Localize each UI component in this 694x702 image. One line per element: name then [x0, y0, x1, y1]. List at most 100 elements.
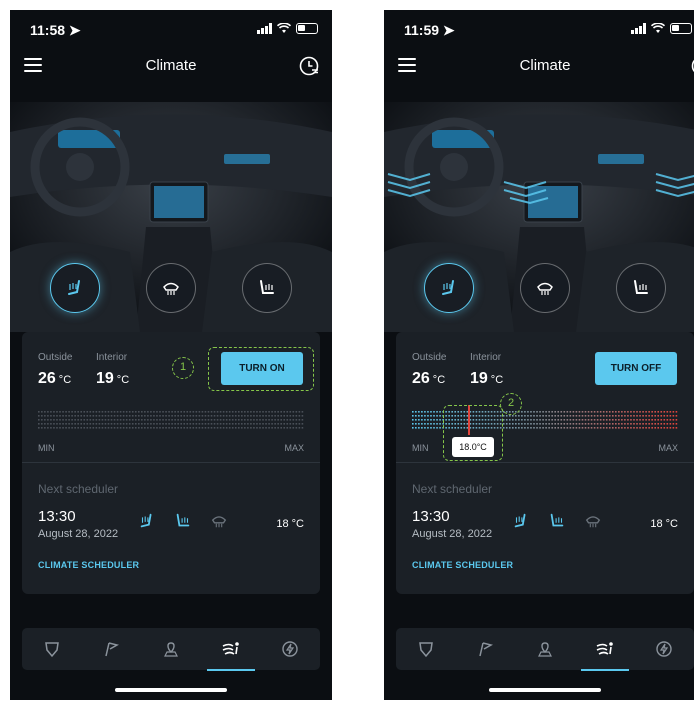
- tab-map[interactable]: [527, 634, 563, 664]
- climate-scheduler-link[interactable]: CLIMATE SCHEDULER: [38, 560, 139, 570]
- slider-dot: [228, 415, 231, 417]
- slider-dot: [144, 411, 146, 413]
- slider-dot: [237, 419, 240, 421]
- slider-dot: [521, 419, 523, 421]
- slider-dot: [572, 419, 575, 421]
- turn-on-button[interactable]: TURN ON: [221, 352, 303, 385]
- tab-security[interactable]: [34, 634, 70, 664]
- slider-dot: [569, 427, 572, 429]
- slider-dot: [234, 427, 237, 429]
- slider-dot: [168, 423, 170, 425]
- rear-seat-heat-button[interactable]: [616, 263, 666, 313]
- slider-dot: [159, 423, 161, 425]
- slider-dot: [642, 419, 644, 421]
- climate-scheduler-link[interactable]: CLIMATE SCHEDULER: [412, 560, 513, 570]
- slider-dot: [657, 419, 660, 421]
- slider-dot: [587, 427, 590, 429]
- slider-dot: [569, 419, 572, 421]
- defrost-button[interactable]: [520, 263, 570, 313]
- slider-dot: [53, 415, 55, 417]
- slider-dot: [639, 411, 641, 413]
- slider-dot: [502, 419, 505, 421]
- defrost-button[interactable]: [146, 263, 196, 313]
- slider-dot: [433, 427, 435, 429]
- slider-dot: [578, 415, 581, 417]
- slider-dot: [271, 423, 273, 425]
- slider-dot: [533, 415, 535, 417]
- slider-dot: [630, 423, 632, 425]
- slider-dot: [237, 427, 240, 429]
- slider-dot: [101, 419, 104, 421]
- slider-dot: [554, 411, 557, 413]
- slider-dot: [65, 411, 67, 413]
- slider-dot: [295, 427, 298, 429]
- slider-dot: [412, 423, 414, 425]
- slider-dot: [125, 415, 128, 417]
- slider-dot: [65, 427, 67, 429]
- schedule-clock-icon[interactable]: [298, 55, 320, 77]
- slider-dot: [511, 415, 514, 417]
- slider-dot: [177, 415, 179, 417]
- slider-dot: [116, 423, 119, 425]
- slider-dot: [581, 423, 584, 425]
- tab-track[interactable]: [467, 634, 503, 664]
- slider-dot: [53, 419, 55, 421]
- slider-dot: [615, 419, 617, 421]
- slider-dot: [621, 411, 623, 413]
- slider-dot: [289, 411, 292, 413]
- slider-dot: [80, 411, 83, 413]
- slider-dot: [83, 423, 86, 425]
- tab-climate[interactable]: [206, 634, 255, 671]
- slider-dot: [518, 427, 520, 429]
- tab-climate[interactable]: [580, 634, 629, 671]
- slider-dot: [590, 419, 593, 421]
- slider-dot: [104, 415, 107, 417]
- tab-charging[interactable]: [646, 634, 682, 664]
- slider-dot: [618, 419, 620, 421]
- slider-dot: [566, 427, 569, 429]
- slider-dot: [186, 419, 189, 421]
- slider-dot: [542, 423, 544, 425]
- slider-dot: [280, 423, 282, 425]
- heated-seat-icon: [442, 280, 454, 295]
- slider-dot: [277, 427, 279, 429]
- tab-track[interactable]: [93, 634, 129, 664]
- bottom-tab-bar: [22, 628, 320, 671]
- slider-dot: [596, 423, 599, 425]
- tab-security[interactable]: [408, 634, 444, 664]
- slider-dot: [204, 419, 207, 421]
- slider-dot: [80, 427, 83, 429]
- slider-dot: [418, 415, 420, 417]
- slider-dot: [101, 423, 104, 425]
- slider-dot: [633, 419, 635, 421]
- slider-dot: [439, 423, 441, 425]
- slider-dot: [71, 427, 73, 429]
- tab-charging[interactable]: [272, 634, 308, 664]
- slider-dot: [439, 419, 441, 421]
- scheduler-time: 13:30: [412, 508, 450, 525]
- slider-dot: [207, 427, 210, 429]
- temperature-slider[interactable]: [38, 411, 304, 431]
- schedule-clock-icon[interactable]: [690, 55, 694, 77]
- divider: [396, 462, 694, 463]
- heated-seat-button[interactable]: [50, 263, 100, 313]
- slider-dot: [253, 411, 255, 413]
- slider-dot: [177, 411, 179, 413]
- slider-dot: [168, 427, 170, 429]
- tab-map[interactable]: [153, 634, 189, 664]
- slider-dot: [502, 415, 505, 417]
- slider-dot: [301, 411, 304, 413]
- turn-off-button[interactable]: TURN OFF: [595, 352, 677, 385]
- signal-icon: [257, 23, 272, 34]
- slider-dot: [262, 419, 264, 421]
- slider-dot: [536, 415, 538, 417]
- slider-dot: [159, 419, 161, 421]
- rear-seat-heat-button[interactable]: [242, 263, 292, 313]
- slider-dot: [107, 415, 110, 417]
- slider-dot: [557, 415, 560, 417]
- heated-seat-button[interactable]: [424, 263, 474, 313]
- slider-dot: [101, 411, 104, 413]
- slider-dot: [524, 419, 526, 421]
- shield-icon: [44, 642, 59, 658]
- slider-dot: [50, 427, 52, 429]
